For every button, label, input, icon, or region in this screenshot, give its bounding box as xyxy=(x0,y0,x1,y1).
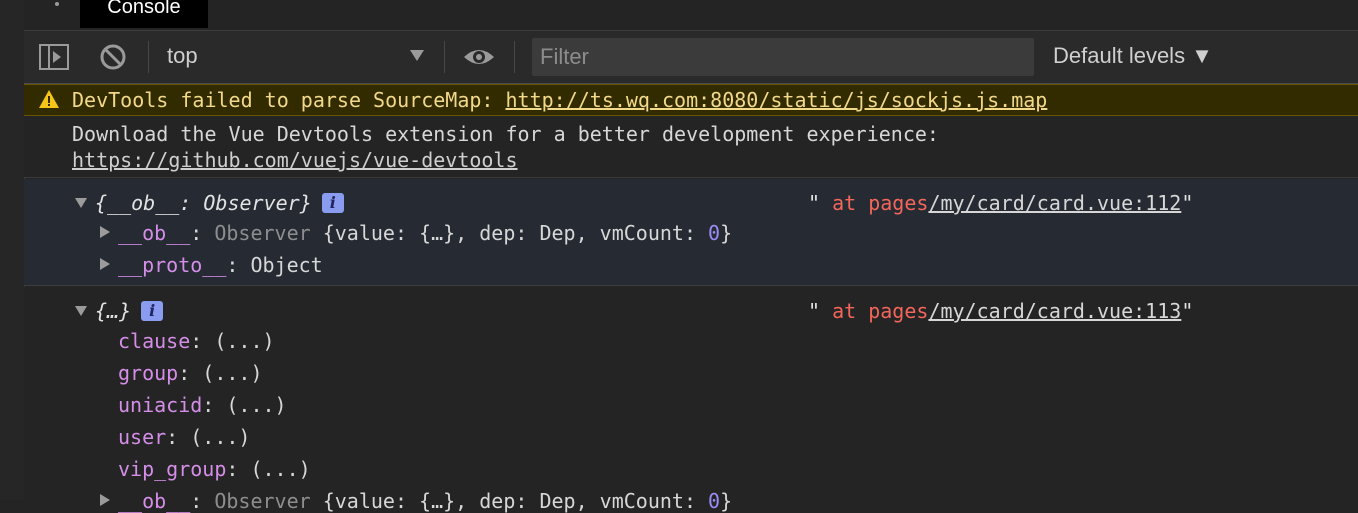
property-row[interactable]: clause: (...) xyxy=(118,329,275,353)
brace: } xyxy=(720,221,733,245)
property-row[interactable]: vip_group: (...) xyxy=(118,457,311,481)
log-source: " at pages/my/card/card.vue:112" xyxy=(808,191,1193,215)
property-value[interactable]: : (...) xyxy=(178,361,262,385)
colon: : xyxy=(190,489,215,513)
toolbar-separator xyxy=(148,41,149,73)
property-row[interactable]: uniacid: (...) xyxy=(118,393,287,417)
warning-text: DevTools failed to parse SourceMap: xyxy=(72,88,506,112)
property-row[interactable]: __proto__: Object xyxy=(118,253,323,277)
property-row[interactable]: __ob__: Observer {value: {…}, dep: Dep, … xyxy=(118,221,732,245)
context-selector[interactable]: top xyxy=(167,43,198,69)
brace: } xyxy=(720,489,733,513)
property-key: __proto__ xyxy=(118,253,227,277)
quote: " xyxy=(1181,191,1194,215)
property-row[interactable]: user: (...) xyxy=(118,425,250,449)
property-key: user xyxy=(118,425,167,449)
log-entry-113: {…} i " at pages/my/card/card.vue:113" cl… xyxy=(24,287,1358,513)
vue-devtools-link[interactable]: https://github.com/vuejs/vue-devtools xyxy=(72,148,518,172)
log-source: " at pages/my/card/card.vue:113" xyxy=(808,299,1193,323)
property-value: {value: {…}, dep: Dep, vmCount: xyxy=(310,221,709,245)
warning-message: DevTools failed to parse SourceMap: http… xyxy=(24,84,1358,116)
expand-triangle-icon[interactable] xyxy=(100,258,110,270)
chevron-down-icon[interactable] xyxy=(410,50,424,61)
expand-triangle-icon[interactable] xyxy=(100,494,110,506)
toolbar-separator xyxy=(514,41,515,73)
expand-triangle-icon[interactable] xyxy=(75,198,87,208)
kebab-icon[interactable] xyxy=(47,0,67,18)
tab-console[interactable]: Console xyxy=(80,0,208,28)
property-key: __ob__ xyxy=(118,221,191,245)
property-row[interactable]: __ob__: Observer {value: {…}, dep: Dep, … xyxy=(118,489,732,513)
sidebar-toggle-icon[interactable] xyxy=(38,43,70,71)
property-value[interactable]: : (...) xyxy=(190,329,274,353)
property-number: 0 xyxy=(708,221,721,245)
sourcemap-link[interactable]: http://ts.wq.com:8080/static/js/sockjs.j… xyxy=(505,88,1047,112)
property-value: {value: {…}, dep: Dep, vmCount: xyxy=(310,489,709,513)
info-icon[interactable]: i xyxy=(321,193,344,213)
source-pages: pages xyxy=(868,191,929,215)
property-key: uniacid xyxy=(118,393,203,417)
property-type: Observer xyxy=(214,489,311,513)
filter-input[interactable] xyxy=(532,38,1034,76)
source-link[interactable]: /my/card/card.vue:112 xyxy=(928,191,1181,215)
property-type: Observer xyxy=(214,221,311,245)
property-number: 0 xyxy=(708,489,721,513)
object-summary[interactable]: {__ob__: Observer} xyxy=(95,191,312,215)
info-text: Download the Vue Devtools extension for … xyxy=(72,122,939,146)
clear-console-icon[interactable] xyxy=(98,42,128,72)
property-value[interactable]: : (...) xyxy=(226,457,310,481)
info-icon[interactable]: i xyxy=(141,301,164,321)
console-messages: DevTools failed to parse SourceMap: http… xyxy=(24,84,1358,513)
property-key: vip_group xyxy=(118,457,227,481)
source-pages: pages xyxy=(868,299,929,323)
property-row[interactable]: group: (...) xyxy=(118,361,263,385)
object-summary[interactable]: {…} xyxy=(95,299,131,323)
property-key: group xyxy=(118,361,179,385)
left-panel-edge xyxy=(0,0,25,500)
source-at: at xyxy=(820,299,869,323)
eye-icon[interactable] xyxy=(462,45,496,69)
drawer-tabbar: Console xyxy=(24,0,1358,31)
property-key: clause xyxy=(118,329,191,353)
toolbar-separator xyxy=(444,41,445,73)
property-value[interactable]: : (...) xyxy=(166,425,250,449)
quote: " xyxy=(808,191,821,215)
console-toolbar: top Default levels ▼ xyxy=(24,31,1358,84)
colon: : xyxy=(190,221,215,245)
log-levels-dropdown[interactable]: Default levels ▼ xyxy=(1053,43,1213,69)
source-link[interactable]: /my/card/card.vue:113 xyxy=(928,299,1181,323)
property-key: __ob__ xyxy=(118,489,191,513)
property-value[interactable]: : (...) xyxy=(202,393,286,417)
quote: " xyxy=(1181,299,1194,323)
expand-triangle-icon[interactable] xyxy=(75,306,87,316)
info-message: Download the Vue Devtools extension for … xyxy=(24,116,1358,178)
source-at: at xyxy=(820,191,869,215)
warning-icon xyxy=(39,90,59,108)
property-value: : Object xyxy=(226,253,323,277)
log-entry-112: {__ob__: Observer} i " at pages/my/card/c… xyxy=(24,179,1358,286)
quote: " xyxy=(808,299,821,323)
expand-triangle-icon[interactable] xyxy=(100,226,110,238)
